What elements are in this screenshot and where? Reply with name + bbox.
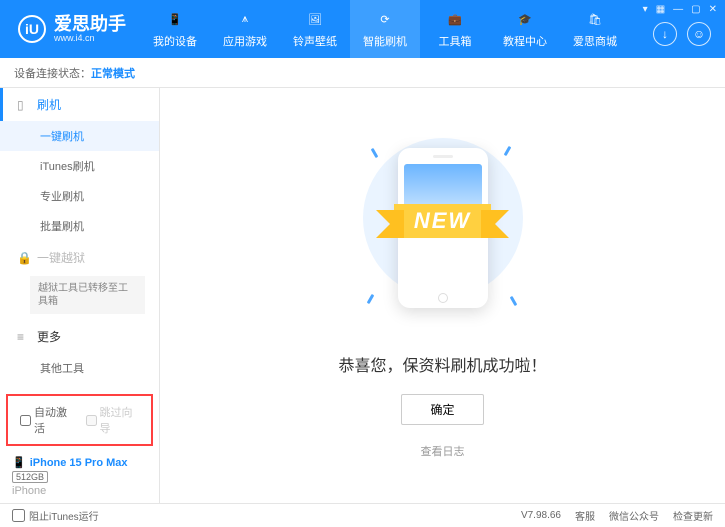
sidebar: ▯刷机 一键刷机 iTunes刷机 专业刷机 批量刷机 🔒一键越狱 越狱工具已转… (0, 88, 160, 503)
view-log-link[interactable]: 查看日志 (421, 443, 465, 459)
device-os: iPhone (12, 485, 147, 497)
version-label: V7.98.66 (521, 510, 561, 521)
tutorial-icon: 🎓 (515, 10, 535, 30)
footer-link-wechat[interactable]: 微信公众号 (609, 508, 659, 523)
sidebar-item-pro[interactable]: 专业刷机 (0, 181, 159, 211)
nav-mall[interactable]: 🛍爱思商城 (560, 0, 630, 58)
device-storage: 512GB (12, 471, 48, 483)
nav-tutorials[interactable]: 🎓教程中心 (490, 0, 560, 58)
footer: 阻止iTunes运行 V7.98.66 客服 微信公众号 检查更新 (0, 503, 725, 527)
toolbox-icon: 💼 (445, 10, 465, 30)
checkbox-auto-activate[interactable]: 自动激活 (20, 404, 74, 436)
app-header: iU 爱思助手 www.i4.cn 📱我的设备 ⩚应用游戏 🖼铃声壁纸 ⟳智能刷… (0, 0, 725, 58)
block-itunes-label: 阻止iTunes运行 (29, 508, 99, 523)
download-icon[interactable]: ↓ (653, 22, 677, 46)
success-illustration: NEW (353, 128, 533, 328)
options-row: 自动激活 跳过向导 (6, 394, 153, 446)
status-bar: 设备连接状态： 正常模式 (0, 58, 725, 88)
more-icon: ≡ (17, 330, 31, 344)
nav-apps[interactable]: ⩚应用游戏 (210, 0, 280, 58)
app-url: www.i4.cn (54, 33, 126, 43)
sidebar-group-flash[interactable]: ▯刷机 (0, 88, 159, 121)
jailbreak-note: 越狱工具已转移至工具箱 (30, 276, 145, 314)
device-icon: 📱 (165, 10, 185, 30)
logo-icon: iU (18, 15, 46, 43)
device-name[interactable]: 📱iPhone 15 Pro Max (12, 456, 147, 469)
user-icon[interactable]: ☺ (687, 22, 711, 46)
user-icons: ↓ ☺ (653, 22, 711, 46)
apps-icon: ⩚ (235, 10, 255, 30)
app-name: 爱思助手 (54, 15, 126, 33)
skin-icon[interactable]: ▦ (656, 4, 665, 15)
shop-icon: 🛍 (585, 10, 605, 30)
main-nav: 📱我的设备 ⩚应用游戏 🖼铃声壁纸 ⟳智能刷机 💼工具箱 🎓教程中心 🛍爱思商城 (140, 0, 630, 58)
nav-my-device[interactable]: 📱我的设备 (140, 0, 210, 58)
nav-ringtones[interactable]: 🖼铃声壁纸 (280, 0, 350, 58)
lock-icon: 🔒 (17, 251, 31, 265)
nav-flash[interactable]: ⟳智能刷机 (350, 0, 420, 58)
wallpaper-icon: 🖼 (305, 10, 325, 30)
sidebar-item-download[interactable]: 下载固件 (0, 383, 159, 390)
nav-toolbox[interactable]: 💼工具箱 (420, 0, 490, 58)
sidebar-group-jailbreak[interactable]: 🔒一键越狱 (0, 241, 159, 274)
sidebar-item-batch[interactable]: 批量刷机 (0, 211, 159, 241)
device-info: 📱iPhone 15 Pro Max 512GB iPhone (0, 450, 159, 503)
main-content: NEW 恭喜您，保资料刷机成功啦！ 确定 查看日志 (160, 88, 725, 503)
minimize-icon[interactable]: — (673, 4, 683, 15)
window-controls: ▾ ▦ — ▢ ✕ (643, 4, 717, 15)
settings-icon[interactable]: ▾ (643, 4, 648, 15)
flash-icon: ⟳ (375, 10, 395, 30)
checkbox-block-itunes[interactable] (12, 509, 25, 522)
ok-button[interactable]: 确定 (401, 394, 483, 425)
close-icon[interactable]: ✕ (709, 4, 717, 15)
checkbox-skip-guide[interactable]: 跳过向导 (86, 404, 140, 436)
phone-icon: 📱 (12, 456, 26, 469)
new-ribbon: NEW (353, 204, 533, 238)
footer-link-support[interactable]: 客服 (575, 508, 595, 523)
status-mode: 正常模式 (91, 65, 135, 81)
logo-area: iU 爱思助手 www.i4.cn (0, 15, 140, 43)
maximize-icon[interactable]: ▢ (691, 4, 700, 15)
sidebar-item-oneclick[interactable]: 一键刷机 (0, 121, 159, 151)
footer-link-update[interactable]: 检查更新 (673, 508, 713, 523)
success-message: 恭喜您，保资料刷机成功啦！ (338, 352, 546, 376)
sidebar-item-itunes[interactable]: iTunes刷机 (0, 151, 159, 181)
sidebar-item-other[interactable]: 其他工具 (0, 353, 159, 383)
sidebar-group-more[interactable]: ≡更多 (0, 320, 159, 353)
status-prefix: 设备连接状态： (14, 65, 91, 81)
phone-icon: ▯ (17, 98, 31, 112)
